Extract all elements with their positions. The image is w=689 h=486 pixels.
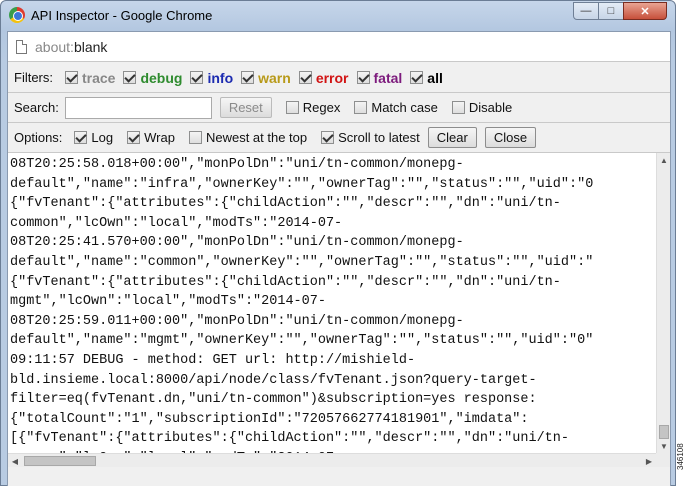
regex-checkbox[interactable] xyxy=(285,101,299,114)
chrome-logo-icon xyxy=(9,7,25,23)
reset-button[interactable]: Reset xyxy=(219,97,272,118)
options-label: Options: xyxy=(14,130,63,145)
search-row: Search: Reset Regex Match case Disable xyxy=(8,93,670,123)
filter-warn-label: warn xyxy=(258,69,291,86)
filter-info-label: info xyxy=(207,69,234,86)
log-output[interactable]: 08T20:25:58.018+00:00","monPolDn":"uni/t… xyxy=(8,153,670,453)
log-line: {"fvTenant":{"attributes":{"childAction"… xyxy=(10,274,561,290)
log-line: 08T20:25:41.570+00:00","monPolDn":"uni/t… xyxy=(10,235,464,251)
log-line: mgmt","lcOwn":"local","modTs":"2014-07- xyxy=(10,294,326,310)
log-line: default","name":"mgmt","ownerKey":"","ow… xyxy=(10,333,594,349)
minimize-button[interactable]: — xyxy=(573,2,599,20)
filter-debug-label: debug xyxy=(140,69,183,86)
vertical-scroll-thumb[interactable] xyxy=(659,425,669,439)
filter-error-checkbox[interactable] xyxy=(298,71,312,84)
filter-all-checkbox[interactable] xyxy=(410,71,424,84)
disable-label: Disable xyxy=(468,100,513,115)
window-controls: — □ ✕ xyxy=(573,2,667,20)
maximize-icon: □ xyxy=(607,5,615,17)
scroll-to-latest-label: Scroll to latest xyxy=(338,130,420,145)
filters-row: Filters: trace debug info warn error fat… xyxy=(8,63,670,93)
wrap-label: Wrap xyxy=(144,130,175,145)
clear-button[interactable]: Clear xyxy=(427,127,477,148)
filter-debug-checkbox[interactable] xyxy=(123,71,137,84)
log-line: default","name":"infra","ownerKey":"","o… xyxy=(10,176,594,192)
scrollbar-corner xyxy=(656,453,670,467)
disable-checkbox[interactable] xyxy=(451,101,465,114)
filter-warn-checkbox[interactable] xyxy=(241,71,255,84)
filter-info-checkbox[interactable] xyxy=(190,71,204,84)
vertical-scrollbar[interactable]: ▲ ▼ xyxy=(656,153,670,453)
filter-fatal-checkbox[interactable] xyxy=(356,71,370,84)
log-line: filter=eq(fvTenant.dn,"uni/tn-common")&s… xyxy=(10,392,537,408)
log-line: bld.insieme.local:8000/api/node/class/fv… xyxy=(10,372,537,388)
address-bar[interactable]: about:blank xyxy=(8,32,670,62)
search-input[interactable] xyxy=(64,96,212,119)
close-window-button[interactable]: ✕ xyxy=(623,2,667,20)
regex-label: Regex xyxy=(302,100,341,115)
filter-fatal-label: fatal xyxy=(373,69,403,86)
close-button[interactable]: Close xyxy=(484,127,537,148)
filter-all-label: all xyxy=(427,69,443,86)
log-line: [{"fvTenant":{"attributes":{"childAction… xyxy=(10,431,569,447)
log-line: {"fvTenant":{"attributes":{"childAction"… xyxy=(10,196,561,212)
horizontal-scrollbar[interactable]: ◀ ▶ xyxy=(8,453,656,467)
match-case-checkbox[interactable] xyxy=(354,101,368,114)
minimize-icon: — xyxy=(580,5,592,17)
figure-id-watermark: 346108 xyxy=(676,443,685,470)
log-text: 08T20:25:58.018+00:00","monPolDn":"uni/t… xyxy=(10,155,660,453)
scroll-down-icon[interactable]: ▼ xyxy=(657,439,670,453)
filter-trace-checkbox[interactable] xyxy=(65,71,78,84)
horizontal-scroll-thumb[interactable] xyxy=(24,456,96,466)
url-text[interactable]: about:blank xyxy=(35,39,107,55)
log-label: Log xyxy=(91,130,114,145)
app-content: about:blank Filters: trace debug info wa… xyxy=(7,31,671,486)
filters-label: Filters: xyxy=(14,70,53,85)
log-line: {"totalCount":"1","subscriptionId":"7205… xyxy=(10,411,529,427)
page-icon xyxy=(16,40,27,54)
window-title: API Inspector - Google Chrome xyxy=(31,8,213,23)
scroll-left-icon[interactable]: ◀ xyxy=(8,454,22,468)
log-line: 08T20:25:59.011+00:00","monPolDn":"uni/t… xyxy=(10,313,464,329)
filter-error-label: error xyxy=(315,69,349,86)
log-line: 08T20:25:58.018+00:00","monPolDn":"uni/t… xyxy=(10,157,464,172)
title-bar[interactable]: API Inspector - Google Chrome — □ ✕ xyxy=(1,1,675,31)
newest-at-top-label: Newest at the top xyxy=(205,130,308,145)
search-label: Search: xyxy=(14,100,59,115)
wrap-checkbox[interactable] xyxy=(127,131,141,144)
log-checkbox[interactable] xyxy=(74,131,88,144)
maximize-button[interactable]: □ xyxy=(598,2,624,20)
log-line: 09:11:57 DEBUG - method: GET url: http:/… xyxy=(10,352,416,368)
match-case-label: Match case xyxy=(371,100,438,115)
close-icon: ✕ xyxy=(640,5,650,18)
scroll-up-icon[interactable]: ▲ xyxy=(657,153,670,167)
options-row: Options: Log Wrap Newest at the top Scro… xyxy=(8,123,670,153)
scroll-right-icon[interactable]: ▶ xyxy=(642,454,656,468)
browser-window: API Inspector - Google Chrome — □ ✕ abou… xyxy=(0,0,676,486)
newest-at-top-checkbox[interactable] xyxy=(188,131,202,144)
log-line: common","lcOwn":"local","modTs":"2014-07… xyxy=(10,215,343,231)
scroll-to-latest-checkbox[interactable] xyxy=(321,131,335,144)
log-line: default","name":"common","ownerKey":"","… xyxy=(10,254,594,270)
filter-trace-label: trace xyxy=(82,69,116,86)
